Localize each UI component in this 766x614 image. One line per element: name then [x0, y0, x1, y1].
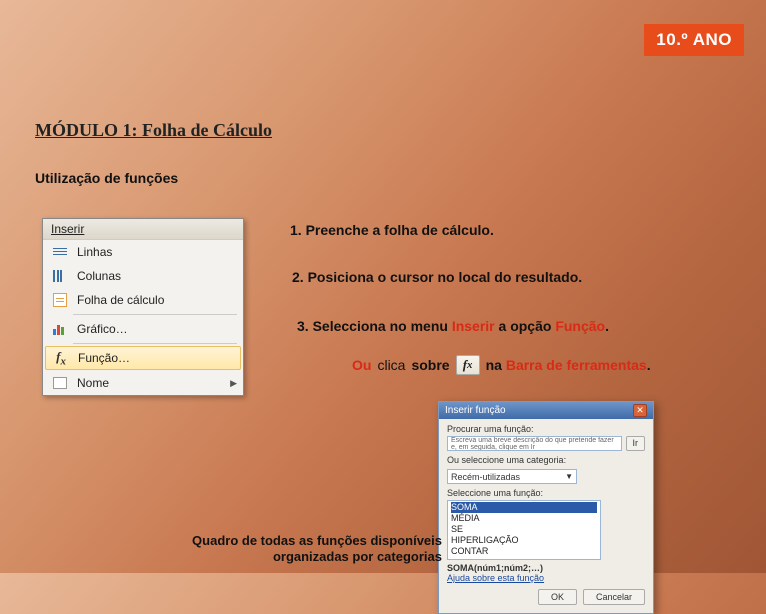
menu-item-label: Nome: [77, 376, 109, 390]
menu-item-label: Colunas: [77, 269, 121, 283]
step-3-text: a opção: [495, 318, 556, 334]
menu-item-label: Gráfico…: [77, 322, 128, 336]
dialog-title-text: Inserir função: [445, 405, 506, 416]
list-item[interactable]: SOMA: [451, 502, 597, 513]
grade-badge: 10.º ANO: [644, 24, 744, 56]
menu-item-function[interactable]: fx Função…: [45, 346, 241, 370]
function-listbox[interactable]: SOMA MÉDIA SE HIPERLIGAÇÃO CONTAR: [447, 500, 601, 560]
menu-item-rows[interactable]: Linhas: [43, 240, 243, 264]
close-icon[interactable]: ✕: [633, 404, 647, 417]
search-label: Procurar uma função:: [447, 424, 645, 434]
submenu-arrow-icon: ▶: [230, 378, 237, 389]
module-title-prefix: MÓDULO 1:: [35, 120, 138, 140]
section-subtitle: Utilização de funções: [35, 170, 178, 186]
ok-button[interactable]: OK: [538, 589, 577, 605]
name-icon: [49, 374, 71, 392]
menu-item-columns[interactable]: Colunas: [43, 264, 243, 288]
worksheet-icon: [49, 291, 71, 309]
or-text: sobre: [411, 357, 449, 373]
or-trailing: na Barra de ferramentas.: [486, 357, 651, 373]
module-title-rest: Folha de Cálculo: [138, 120, 273, 140]
rows-icon: [49, 243, 71, 261]
function-list-label: Seleccione uma função:: [447, 488, 645, 498]
insert-function-dialog: Inserir função ✕ Procurar uma função: Es…: [438, 401, 654, 614]
search-input[interactable]: Escreva uma breve descrição do que prete…: [447, 436, 622, 451]
step-3: 3. Selecciona no menu Inserir a opção Fu…: [297, 318, 609, 334]
menu-item-name[interactable]: Nome ▶: [43, 371, 243, 395]
step-3-text: 3. Selecciona no menu: [297, 318, 452, 334]
menu-separator: [73, 314, 237, 315]
fx-icon: fx: [50, 349, 72, 367]
list-item[interactable]: CONTAR: [451, 546, 597, 557]
list-item[interactable]: HIPERLIGAÇÃO: [451, 535, 597, 546]
insert-menu-header: Inserir: [43, 219, 243, 240]
or-text: clica: [377, 357, 405, 373]
menu-item-label: Função…: [78, 351, 130, 365]
or-label: Ou: [352, 357, 371, 373]
columns-icon: [49, 267, 71, 285]
menu-item-chart[interactable]: Gráfico…: [43, 317, 243, 341]
insert-menu: Inserir Linhas Colunas Folha de cálculo …: [42, 218, 244, 396]
step-1: 1. Preenche a folha de cálculo.: [290, 222, 494, 238]
menu-item-label: Linhas: [77, 245, 112, 259]
fx-toolbar-button[interactable]: fx: [456, 355, 480, 375]
step-3-text: .: [605, 318, 609, 334]
cancel-button[interactable]: Cancelar: [583, 589, 645, 605]
dialog-titlebar: Inserir função ✕: [439, 402, 653, 419]
list-item[interactable]: SE: [451, 524, 597, 535]
menu-separator: [73, 343, 237, 344]
chart-icon: [49, 320, 71, 338]
module-title: MÓDULO 1: Folha de Cálculo: [35, 120, 272, 141]
go-button[interactable]: Ir: [626, 436, 646, 451]
step-3-highlight: Inserir: [452, 318, 495, 334]
dialog-caption: Quadro de todas as funções disponíveis o…: [142, 533, 442, 565]
step-alternative: Ou clica sobre fx na Barra de ferramenta…: [352, 355, 651, 375]
category-select[interactable]: Recém-utilizadas ▼: [447, 469, 577, 484]
category-label: Ou seleccione uma categoria:: [447, 455, 566, 465]
chevron-down-icon: ▼: [565, 472, 573, 481]
menu-item-worksheet[interactable]: Folha de cálculo: [43, 288, 243, 312]
step-2: 2. Posiciona o cursor no local do result…: [292, 269, 582, 285]
step-3-highlight: Função: [555, 318, 605, 334]
list-item[interactable]: MÉDIA: [451, 513, 597, 524]
menu-item-label: Folha de cálculo: [77, 293, 164, 307]
help-link[interactable]: Ajuda sobre esta função: [447, 573, 645, 583]
function-signature: SOMA(núm1;núm2;…): [447, 563, 645, 573]
